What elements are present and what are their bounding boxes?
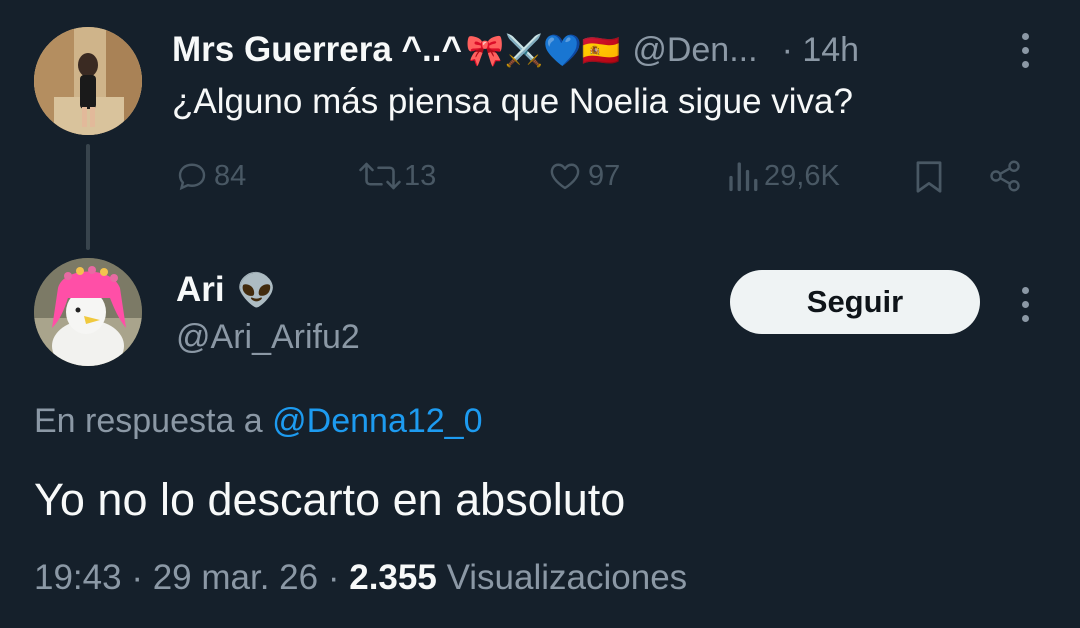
reply-display-name[interactable]: Ari (176, 270, 225, 310)
parent-header: Mrs Guerrera ^..^ 🎀 ⚔️ 💙 🇪🇸 @Den... · 14… (172, 28, 859, 72)
reply-name-row: Ari 👽 (176, 266, 276, 314)
reply-time[interactable]: 19:43 (34, 558, 122, 597)
like-icon (546, 158, 584, 194)
views-label: Visualizaciones (446, 558, 688, 597)
parent-more-icon[interactable] (1018, 33, 1032, 68)
retweet-icon (356, 158, 404, 194)
swords-emoji: ⚔️ (504, 32, 544, 68)
blue-heart-emoji: 💙 (543, 32, 582, 68)
retweet-action[interactable]: 13 (356, 158, 436, 194)
bookmark-action[interactable] (912, 158, 946, 196)
parent-handle[interactable]: @Den... (632, 31, 757, 70)
in-reply-handle-link[interactable]: @Denna12_0 (272, 402, 482, 440)
reply-count: 84 (214, 159, 247, 192)
follow-button[interactable]: Seguir (730, 270, 980, 334)
parent-time[interactable]: · 14h (782, 31, 860, 70)
views-action[interactable]: 29,6K (726, 158, 840, 194)
reply-avatar[interactable] (34, 258, 142, 366)
reply-more-icon[interactable] (1018, 287, 1032, 322)
spain-flag-emoji: 🇪🇸 (581, 32, 621, 68)
share-icon (986, 158, 1024, 194)
reply-handle[interactable]: @Ari_Arifu2 (176, 318, 360, 357)
ribbon-emoji: 🎀 (465, 32, 505, 68)
alien-emoji: 👽 (236, 272, 277, 308)
reply-date[interactable]: 29 mar. 26 (153, 558, 318, 597)
meta-separator: · (131, 558, 143, 597)
in-reply-to: En respuesta a @Denna12_0 (34, 402, 483, 441)
views-icon (726, 158, 760, 194)
reply-tweet-text: Yo no lo descarto en absoluto (34, 474, 626, 525)
views-count: 29,6K (764, 159, 840, 192)
parent-display-name[interactable]: Mrs Guerrera ^..^ (172, 30, 462, 70)
like-count: 97 (588, 159, 621, 192)
thread-line (86, 144, 90, 250)
views-number: 2.355 (349, 558, 437, 597)
in-reply-prefix: En respuesta a (34, 402, 263, 440)
bookmark-icon (912, 158, 946, 196)
retweet-count: 13 (404, 159, 437, 192)
reply-action[interactable]: 84 (174, 158, 246, 194)
parent-tweet-text: ¿Alguno más piensa que Noelia sigue viva… (172, 82, 853, 121)
meta-separator: · (327, 558, 340, 597)
reply-icon (174, 158, 210, 194)
like-action[interactable]: 97 (546, 158, 620, 194)
share-action[interactable] (986, 158, 1024, 194)
parent-avatar[interactable] (34, 27, 142, 135)
reply-meta: 19:43 · 29 mar. 26 · 2.355 Visualizacion… (34, 558, 687, 598)
